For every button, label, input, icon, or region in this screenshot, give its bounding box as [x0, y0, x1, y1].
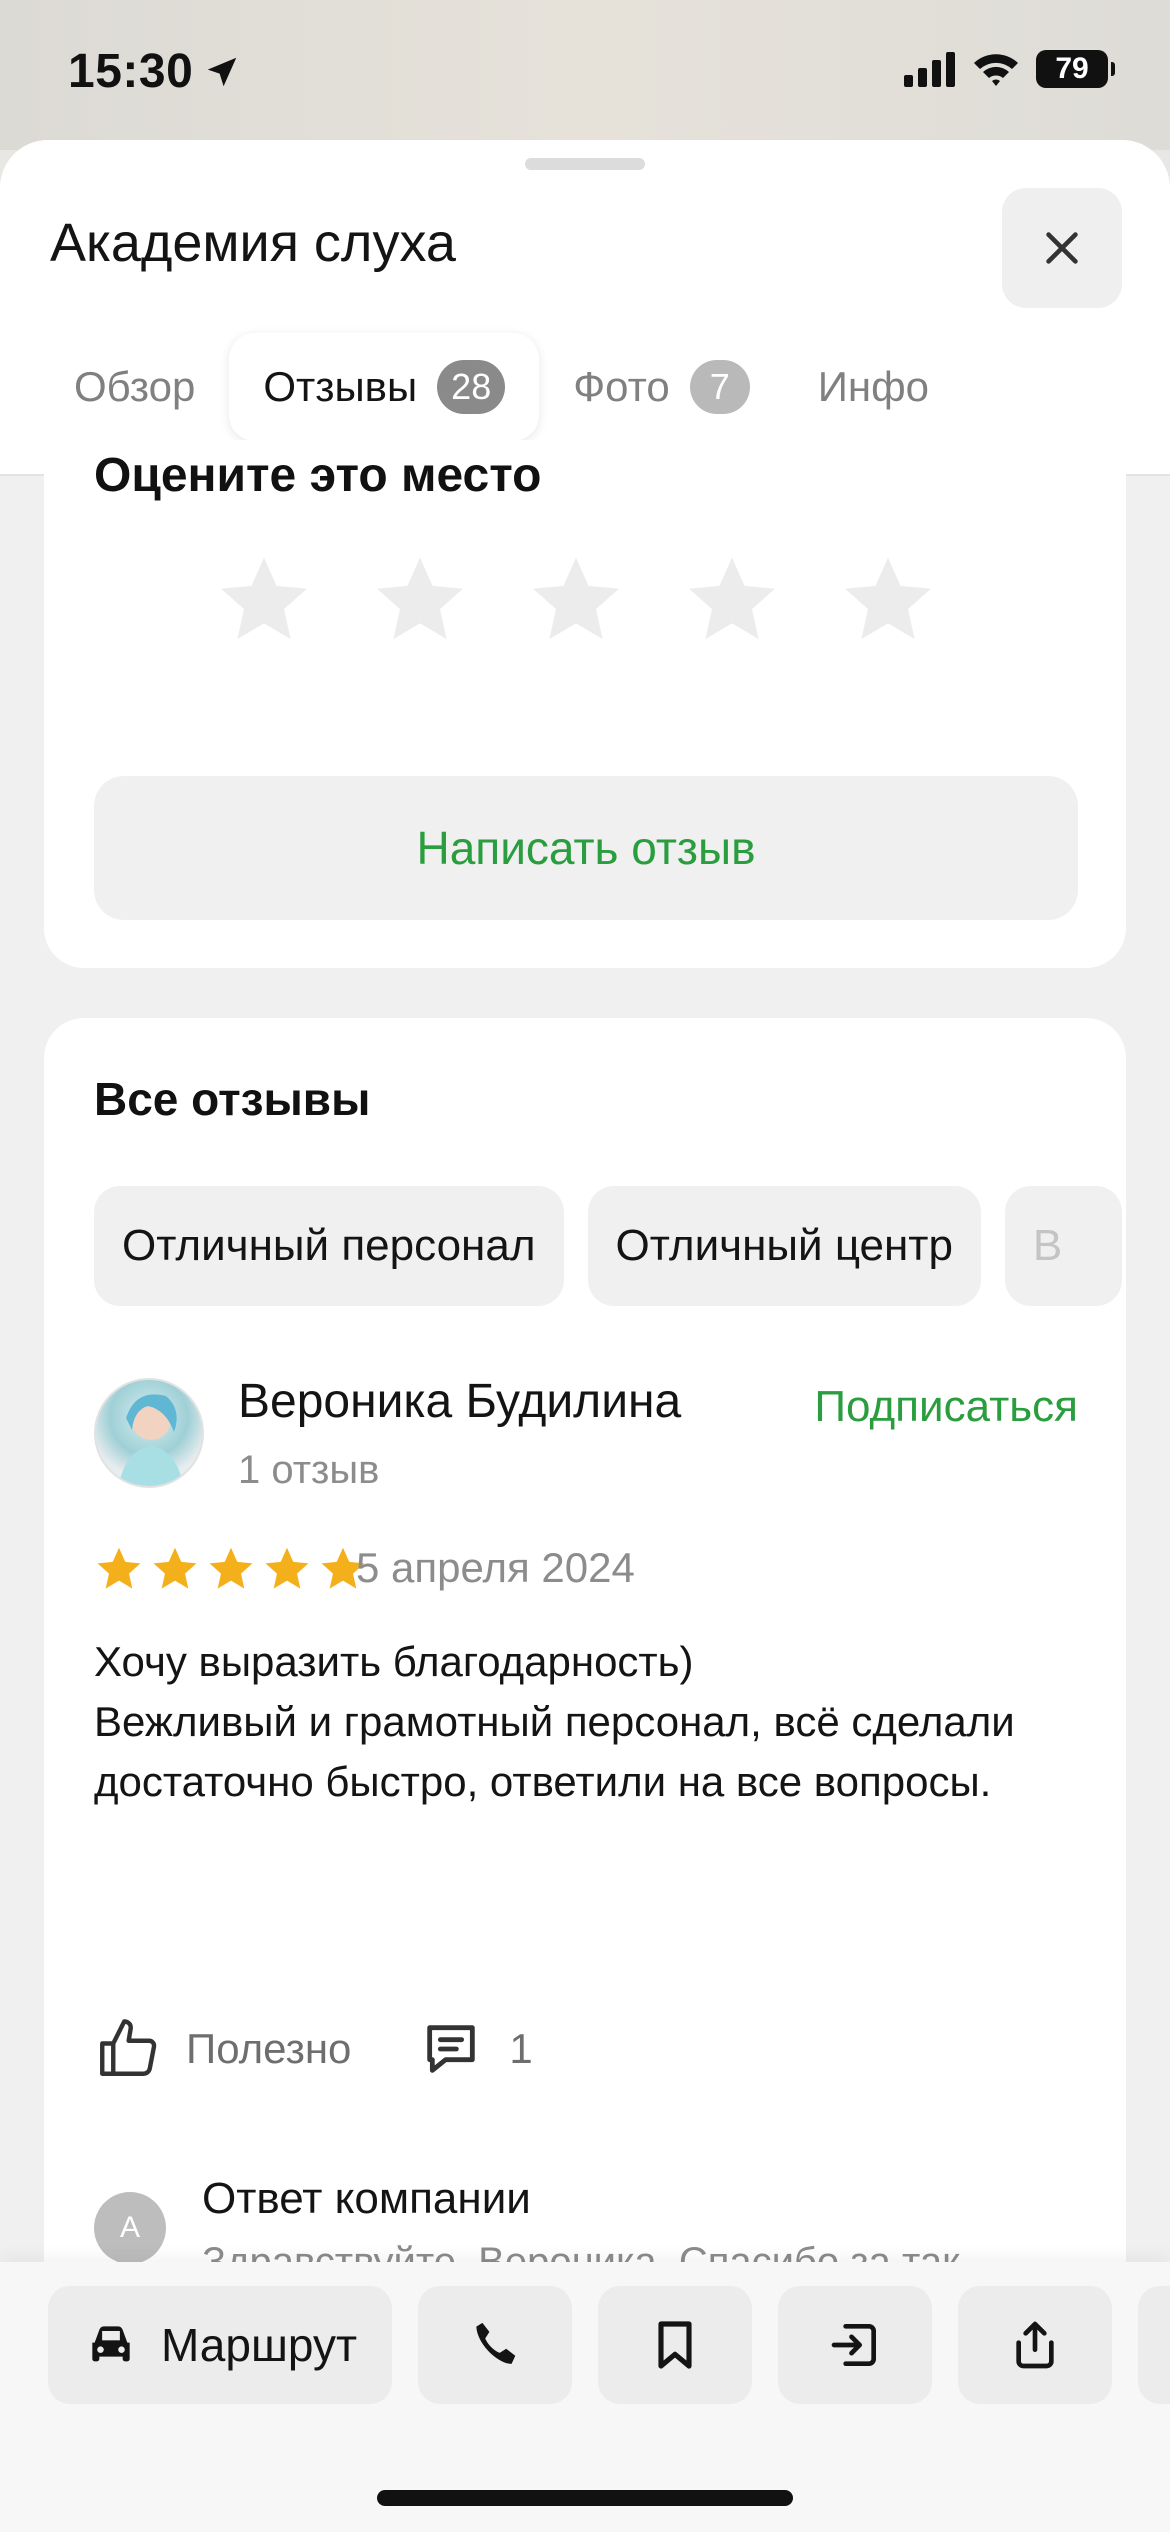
- star-icon: [209, 1547, 253, 1589]
- call-button[interactable]: [418, 2286, 572, 2404]
- comments-count: 1: [509, 2025, 533, 2072]
- wifi-icon: [974, 54, 1018, 86]
- star-icon-1[interactable]: [214, 550, 314, 650]
- review-date: 5 апреля 2024: [356, 1544, 635, 1591]
- review-filter-chips: Отличный персонал Отличный центр В: [94, 1186, 1126, 1306]
- star-icon: [265, 1547, 309, 1589]
- rate-place-card: Оцените это место Написать отзыв: [44, 440, 1126, 968]
- share-icon: [1016, 2321, 1054, 2369]
- chip-great-staff[interactable]: Отличный персонал: [94, 1186, 564, 1306]
- close-button[interactable]: [1002, 188, 1122, 308]
- phone-icon: [476, 2322, 516, 2364]
- tab-label: Инфо: [817, 363, 930, 410]
- place-sheet: Академия слуха Обзор Отзывы 28 Фото 7 Ин…: [0, 140, 1170, 2532]
- status-bar: 15:30 79: [0, 0, 1170, 150]
- star-icon-3[interactable]: [526, 550, 626, 650]
- star-icon-2[interactable]: [370, 550, 470, 650]
- chip-more[interactable]: В: [1004, 1186, 1123, 1306]
- place-title: Академия слуха: [50, 213, 456, 273]
- photos-count-badge: 7: [689, 360, 750, 414]
- tab-label: Отзывы: [263, 363, 418, 410]
- battery-indicator: 79: [1036, 50, 1115, 88]
- status-time-text: 15:30: [68, 45, 194, 98]
- more-actions-button[interactable]: [1138, 2286, 1170, 2404]
- review-author-count: 1 отзыв: [238, 1448, 380, 1492]
- comment-icon: [427, 2025, 476, 2073]
- tab-bar: Обзор Отзывы 28 Фото 7 Инфо: [40, 332, 963, 442]
- tab-overview[interactable]: Обзор: [40, 333, 229, 441]
- chip-great-center[interactable]: Отличный центр: [587, 1186, 981, 1306]
- bookmark-icon: [658, 2321, 692, 2369]
- star-icon: [153, 1547, 197, 1589]
- company-avatar: А: [94, 2192, 166, 2264]
- enter-button[interactable]: [778, 2286, 932, 2404]
- route-label: Маршрут: [160, 2319, 358, 2371]
- review-rating: [94, 1544, 368, 1594]
- comments-button[interactable]: 1: [419, 2017, 533, 2081]
- reviews-card: Все отзывы Отличный персонал Отличный це…: [44, 1018, 1126, 2418]
- tab-label: Фото: [573, 363, 670, 410]
- star-icon-4[interactable]: [682, 550, 782, 650]
- sheet-grabber[interactable]: [525, 158, 645, 170]
- sheet-header: Академия слуха Обзор Отзывы 28 Фото 7 Ин…: [0, 140, 1170, 476]
- home-indicator: [377, 2490, 793, 2506]
- thumbs-up-icon: [100, 2019, 157, 2076]
- review-text: Хочу выразить благодарность) Вежливый и …: [94, 1638, 1015, 1805]
- review-author-name[interactable]: Вероника Будилина: [238, 1374, 681, 1429]
- status-indicators: 79: [904, 50, 1115, 88]
- tab-label: Обзор: [74, 363, 196, 410]
- route-button[interactable]: Маршрут: [48, 2286, 392, 2404]
- signal-icon: [904, 52, 955, 87]
- avatar-photo: [118, 1394, 184, 1486]
- reviews-count-badge: 28: [437, 360, 506, 414]
- bookmark-button[interactable]: [598, 2286, 752, 2404]
- tab-info[interactable]: Инфо: [784, 333, 963, 441]
- tab-reviews[interactable]: Отзывы 28: [229, 333, 540, 441]
- avatar[interactable]: [94, 1378, 204, 1488]
- subscribe-button[interactable]: Подписаться: [814, 1382, 1078, 1432]
- company-reply-title[interactable]: Ответ компании: [202, 2174, 531, 2224]
- share-button[interactable]: [958, 2286, 1112, 2404]
- rating-stars-input: [214, 550, 938, 650]
- car-icon: [92, 2326, 130, 2362]
- close-icon: [1046, 232, 1078, 264]
- review-actions: Полезно 1: [94, 2016, 533, 2082]
- helpful-button[interactable]: Полезно: [94, 2016, 351, 2082]
- rate-title: Оцените это место: [94, 449, 542, 502]
- tab-photos[interactable]: Фото 7: [539, 333, 784, 441]
- all-reviews-title: Все отзывы: [94, 1073, 371, 1125]
- star-icon: [97, 1547, 141, 1589]
- helpful-label: Полезно: [186, 2025, 352, 2072]
- location-arrow-icon: [208, 57, 237, 86]
- write-review-button[interactable]: Написать отзыв: [94, 776, 1078, 920]
- battery-level: 79: [1055, 52, 1089, 85]
- enter-icon: [831, 2324, 876, 2366]
- status-time: 15:30: [68, 44, 241, 99]
- star-icon-5[interactable]: [838, 550, 938, 650]
